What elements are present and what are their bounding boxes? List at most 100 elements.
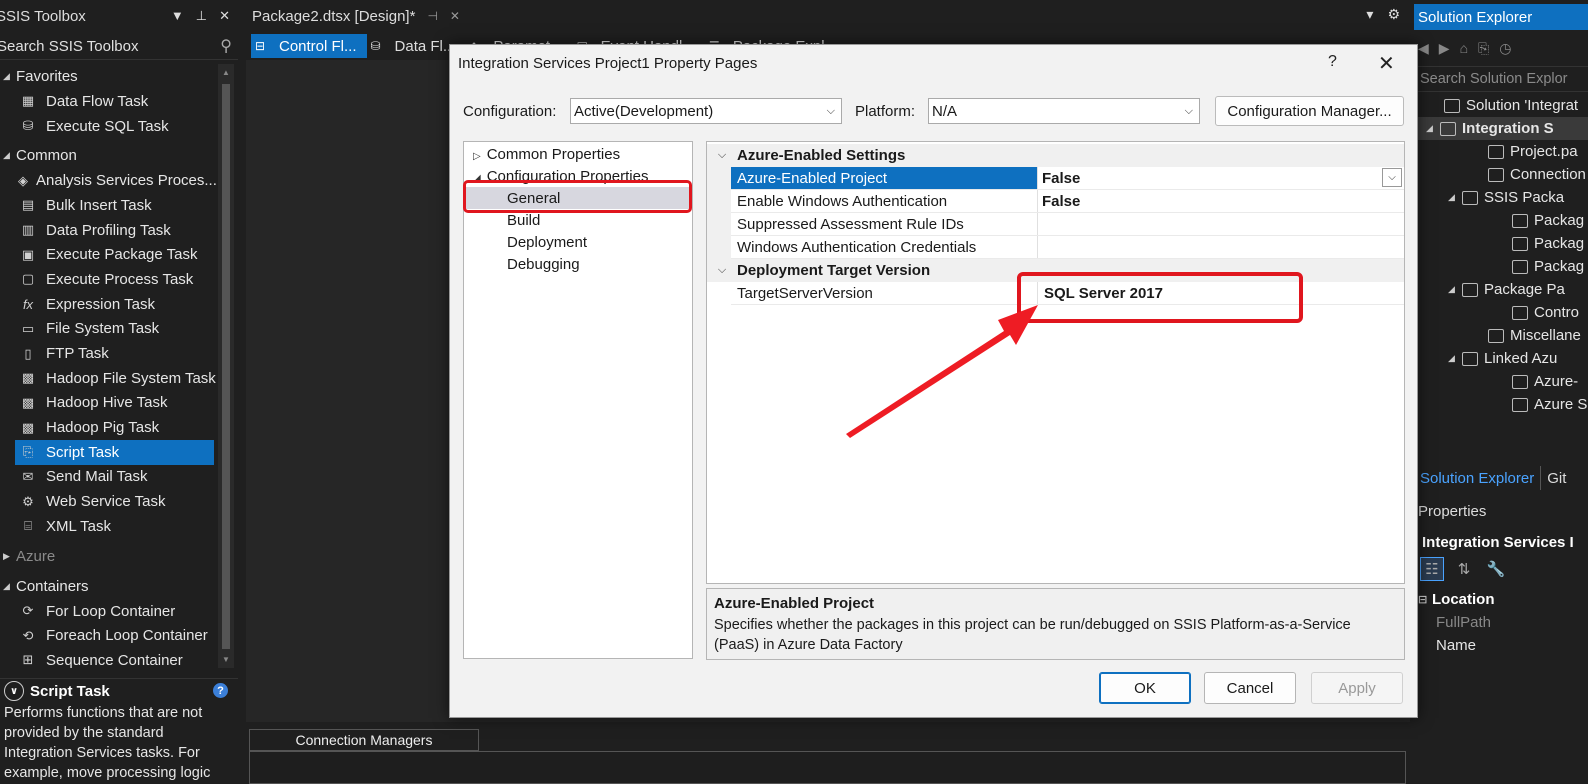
toolbox-item[interactable]: ⛁ Execute SQL Task (0, 114, 216, 139)
solution-tree-node[interactable]: Connection (1414, 163, 1588, 186)
help-icon[interactable]: ? (213, 683, 228, 698)
node-label: Package Pa (1484, 281, 1565, 298)
apply-button[interactable]: Apply (1311, 672, 1403, 704)
dropdown-icon[interactable]: ▾ (1366, 6, 1373, 23)
toolbox-item[interactable]: ▯ FTP Task (0, 341, 216, 366)
expanded-triangle-icon[interactable]: ◢ (1426, 123, 1440, 134)
toolbox-item[interactable]: fx Expression Task (0, 292, 216, 317)
toolbox-item[interactable]: ▭ File System Task (0, 317, 216, 342)
toolbox-item[interactable]: ✉ Send Mail Task (0, 465, 216, 490)
forward-icon[interactable]: ▶ (1439, 40, 1450, 57)
properties-category[interactable]: ⊟ Location (1418, 588, 1495, 610)
gear-icon[interactable]: ⚙ (1387, 6, 1400, 23)
scroll-down-icon[interactable]: ▼ (222, 655, 230, 664)
toolbox-item[interactable]: ▤ Bulk Insert Task (0, 193, 216, 218)
execute-sql-task-icon: ⛁ (22, 118, 34, 134)
toolbox-item[interactable]: ▩ Hadoop Hive Task (0, 391, 216, 416)
chevron-down-icon[interactable]: ⌵ (1382, 168, 1402, 187)
tree-node-deployment[interactable]: Deployment (507, 234, 587, 251)
solution-tree-node[interactable]: Azure S (1414, 393, 1588, 416)
tab-git[interactable]: Git (1541, 466, 1572, 490)
grid-row-enable-windows-auth[interactable]: Enable Windows Authentication False (731, 190, 1404, 213)
toolbox-item[interactable]: ⊞ Sequence Container (0, 648, 216, 668)
close-button[interactable]: ✕ (1378, 51, 1395, 76)
toolbox-category-favorites[interactable]: ◢ Favorites (0, 64, 216, 89)
switch-views-icon[interactable]: ⎘ (1478, 40, 1489, 57)
ssis-toolbox-panel: SSIS Toolbox ▼ ⊥ ✕ Search SSIS Toolbox ⚲… (0, 0, 238, 784)
solution-tree-node[interactable]: ◢ Linked Azu (1414, 347, 1588, 370)
toolbox-item[interactable]: ▦ Data Flow Task (0, 89, 216, 114)
configuration-select[interactable]: Active(Development) ⌵ (570, 98, 842, 124)
property-name[interactable]: Name (1414, 634, 1588, 656)
toolbox-item[interactable]: ▩ Hadoop File System Task (0, 366, 216, 391)
solution-search-input[interactable]: Search Solution Explor (1414, 66, 1588, 92)
solution-tree-node[interactable]: ◢ SSIS Packa (1414, 186, 1588, 209)
toolbox-item[interactable]: ◈ Analysis Services Proces... (0, 168, 216, 193)
solution-tree-node[interactable]: Project.pa (1414, 140, 1588, 163)
toolbox-item[interactable]: ▣ Execute Package Task (0, 242, 216, 267)
dropdown-icon[interactable]: ▼ (171, 8, 184, 24)
wrench-icon[interactable]: 🔧 (1484, 557, 1508, 581)
toolbox-category-containers[interactable]: ◢ Containers (0, 574, 216, 599)
scrollbar-thumb[interactable] (222, 84, 230, 649)
cancel-button[interactable]: Cancel (1204, 672, 1296, 704)
configuration-manager-button[interactable]: Configuration Manager... (1215, 96, 1404, 126)
categorized-icon[interactable]: ☷ (1420, 557, 1444, 581)
help-button[interactable]: ? (1328, 53, 1337, 71)
connection-managers-area[interactable] (249, 751, 1406, 784)
toolbox-item[interactable]: ⟲ Foreach Loop Container (0, 623, 216, 648)
tree-node-common-properties[interactable]: ▷ Common Properties (473, 146, 620, 163)
search-icon[interactable]: ⚲ (220, 36, 232, 56)
expanded-triangle-icon[interactable]: ◢ (1448, 353, 1462, 364)
properties-object[interactable]: Integration Services I (1414, 530, 1588, 554)
grid-row-azure-enabled-project[interactable]: Azure-Enabled Project False ⌵ (731, 167, 1404, 190)
solution-tree-node[interactable]: Packag (1414, 255, 1588, 278)
platform-select[interactable]: N/A ⌵ (928, 98, 1200, 124)
property-fullpath[interactable]: FullPath (1414, 611, 1588, 633)
tab-control-flow[interactable]: ⊟ Control Fl... (251, 34, 367, 58)
scroll-up-icon[interactable]: ▲ (222, 68, 230, 77)
solution-tree-node[interactable]: ◢ Package Pa (1414, 278, 1588, 301)
item-label: Analysis Services Proces... (36, 172, 216, 190)
toolbox-item[interactable]: ▢ Execute Process Task (0, 267, 216, 292)
solution-tree-node[interactable]: Miscellane (1414, 324, 1588, 347)
connection-managers-tab[interactable]: Connection Managers (249, 729, 479, 751)
expanded-triangle-icon[interactable]: ◢ (1448, 192, 1462, 203)
toolbox-scrollbar[interactable]: ▲ ▼ (218, 64, 234, 668)
pin-icon[interactable]: ⊣ (427, 9, 437, 23)
solution-tree-node[interactable]: Solution 'Integrat (1414, 94, 1588, 117)
alphabetical-icon[interactable]: ⇅ (1452, 557, 1476, 581)
tab-solution-explorer[interactable]: Solution Explorer (1414, 466, 1542, 490)
collapse-chevron-icon[interactable]: ∨ (4, 681, 24, 701)
toolbox-item[interactable]: ▩ Hadoop Pig Task (0, 415, 216, 440)
property-pages-dialog: Integration Services Project1 Property P… (449, 44, 1418, 718)
toolbox-item-selected[interactable]: ⎘ Script Task (15, 439, 214, 465)
toolbox-search[interactable]: Search SSIS Toolbox ⚲ (0, 34, 238, 60)
toolbox-item[interactable]: ⟳ For Loop Container (0, 599, 216, 624)
back-icon[interactable]: ◀ (1418, 40, 1429, 57)
grid-row-windows-auth-credentials[interactable]: Windows Authentication Credentials (731, 236, 1404, 259)
node-icon (1462, 190, 1478, 205)
close-icon[interactable]: ✕ (219, 8, 230, 24)
ok-button[interactable]: OK (1099, 672, 1191, 704)
grid-category-azure[interactable]: ⌵ Azure-Enabled Settings (707, 144, 1404, 167)
toolbox-category-azure[interactable]: ▶ Azure (0, 544, 216, 569)
solution-tree-node[interactable]: Packag (1414, 209, 1588, 232)
document-tab[interactable]: Package2.dtsx [Design]* ⊣ ✕ (246, 0, 460, 32)
history-icon[interactable]: ◷ (1499, 40, 1511, 57)
toolbox-item[interactable]: ⚙ Web Service Task (0, 489, 216, 514)
solution-tree-node[interactable]: Contro (1414, 301, 1588, 324)
solution-tree-node[interactable]: ◢ Integration S (1414, 117, 1588, 140)
solution-tree-node[interactable]: Azure- (1414, 370, 1588, 393)
toolbox-item[interactable]: ▥ Data Profiling Task (0, 218, 216, 243)
grid-row-suppressed-rule-ids[interactable]: Suppressed Assessment Rule IDs (731, 213, 1404, 236)
solution-tree-node[interactable]: Packag (1414, 232, 1588, 255)
toolbox-category-common[interactable]: ◢ Common (0, 143, 216, 168)
pin-icon[interactable]: ⊥ (196, 8, 207, 24)
home-icon[interactable]: ⌂ (1460, 40, 1468, 56)
close-icon[interactable]: ✕ (450, 9, 460, 23)
toolbox-item[interactable]: ⌸ XML Task (0, 514, 216, 539)
tree-node-build[interactable]: Build (507, 212, 540, 229)
tree-node-debugging[interactable]: Debugging (507, 256, 580, 273)
expanded-triangle-icon[interactable]: ◢ (1448, 284, 1462, 295)
